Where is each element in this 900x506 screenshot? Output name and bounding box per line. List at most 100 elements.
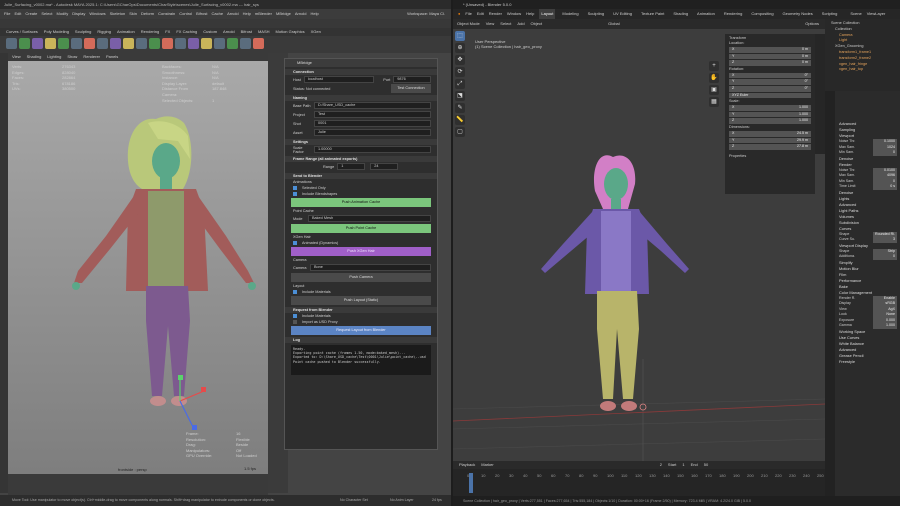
menu-item[interactable]: Deform: [141, 9, 154, 19]
shelf-tab[interactable]: Custom: [203, 28, 217, 36]
vp-menu-item[interactable]: Renderer: [83, 53, 100, 61]
menu-item[interactable]: Constrain: [158, 9, 175, 19]
shelf-tool-icon[interactable]: [149, 38, 160, 49]
menu-item[interactable]: Modify: [57, 9, 69, 19]
shelf-tab[interactable]: XGen: [311, 28, 321, 36]
property-section[interactable]: Freestyle: [825, 359, 900, 365]
shelf-tool-icon[interactable]: [6, 38, 17, 49]
menu-item[interactable]: Arnold: [295, 9, 307, 19]
rotation-x[interactable]: X 0°: [729, 72, 811, 79]
shelf-tool-icon[interactable]: [84, 38, 95, 49]
checkbox[interactable]: [293, 192, 297, 196]
shelf-tool-icon[interactable]: [240, 38, 251, 49]
tab-shading[interactable]: Shading: [671, 9, 690, 19]
checkbox[interactable]: [293, 186, 297, 190]
object-menu[interactable]: Object: [531, 19, 543, 29]
timeline[interactable]: Playback Marker 2 Start1 End50 010203040…: [453, 461, 825, 496]
menu-item[interactable]: Bifrost: [196, 9, 207, 19]
checkbox[interactable]: [293, 241, 297, 245]
tab-animation[interactable]: Animation: [695, 9, 717, 19]
options-menu[interactable]: Options: [805, 19, 819, 29]
transform-icon[interactable]: ⬔: [455, 91, 465, 101]
shelf-tab[interactable]: Sculpting: [75, 28, 91, 36]
location-z[interactable]: Z0 m: [729, 60, 811, 66]
shelf-tab[interactable]: FX: [165, 28, 170, 36]
character-set[interactable]: No Character Set: [340, 495, 368, 506]
scale-z[interactable]: Z 1.000: [729, 118, 811, 124]
shelf-tool-icon[interactable]: [32, 38, 43, 49]
push-point-cache-button[interactable]: Push Point Cache: [291, 224, 431, 233]
rotate-icon[interactable]: ⟳: [455, 67, 465, 77]
checkbox[interactable]: [293, 290, 297, 294]
shelf-tool-icon[interactable]: [136, 38, 147, 49]
maya-character-model[interactable]: [8, 61, 268, 474]
project-field[interactable]: Test: [314, 111, 431, 118]
select-box-icon[interactable]: ⬚: [455, 31, 465, 41]
shelf-tool-icon[interactable]: [227, 38, 238, 49]
tab-scripting[interactable]: Scripting: [820, 9, 840, 19]
menu-help[interactable]: Help: [526, 9, 534, 19]
mode-selector[interactable]: Object Mode: [457, 19, 480, 29]
shelf-tool-icon[interactable]: [201, 38, 212, 49]
select-menu[interactable]: Select: [500, 19, 511, 29]
vp-menu-item[interactable]: Lighting: [47, 53, 61, 61]
playback-menu[interactable]: Playback: [459, 461, 475, 469]
add-cube-icon[interactable]: ▢: [455, 127, 465, 137]
vp-menu-item[interactable]: Shading: [27, 53, 42, 61]
cursor-icon[interactable]: ⊕: [455, 43, 465, 53]
anim-layer[interactable]: No Anim Layer: [390, 495, 414, 506]
scale-x[interactable]: X 1.000: [729, 105, 811, 111]
log-output[interactable]: Ready. Exporting point cache (frames 1-5…: [291, 345, 431, 375]
start-frame[interactable]: 1: [682, 461, 684, 469]
menu-item[interactable]: Skeleton: [110, 9, 126, 19]
camera-icon[interactable]: ▣: [709, 85, 719, 95]
scale-icon[interactable]: ⤢: [455, 79, 465, 89]
scene-selector[interactable]: Scene: [850, 9, 861, 19]
rotation-y[interactable]: Y 0°: [729, 79, 811, 85]
shelf-tool-icon[interactable]: [19, 38, 30, 49]
end-frame[interactable]: 50: [704, 461, 708, 469]
base-path-field[interactable]: D:/Share_USD_cache: [314, 102, 431, 109]
tab-sculpting[interactable]: Sculpting: [586, 9, 606, 19]
host-field[interactable]: localhost: [303, 76, 375, 83]
push-camera-button[interactable]: Push Camera: [291, 273, 431, 282]
menu-item[interactable]: mBlender: [255, 9, 272, 19]
properties-tabs[interactable]: [825, 91, 835, 506]
tab-modeling[interactable]: Modeling: [560, 9, 580, 19]
outliner-item[interactable]: xgen_hair_top: [827, 67, 898, 73]
menu-file[interactable]: File: [465, 9, 471, 19]
dimension-x[interactable]: X 24.5 m: [729, 130, 811, 137]
timeline-ruler[interactable]: 0102030405060708090100110120130140150160…: [453, 473, 825, 483]
shelf-tool-icon[interactable]: [123, 38, 134, 49]
menu-item[interactable]: Control: [179, 9, 192, 19]
shelf-tool-icon[interactable]: [58, 38, 69, 49]
dimension-z[interactable]: Z 27.8 m: [729, 144, 811, 150]
shelf-tab[interactable]: Poly Modeling: [44, 28, 69, 36]
menu-item[interactable]: Edit: [14, 9, 21, 19]
location-y[interactable]: Y0 m: [729, 53, 811, 60]
shelf-tab[interactable]: MASH: [258, 28, 270, 36]
shelf-tab[interactable]: Arnold: [223, 28, 235, 36]
shelf-tool-icon[interactable]: [188, 38, 199, 49]
shelf-tool-icon[interactable]: [97, 38, 108, 49]
marker-menu[interactable]: Marker: [481, 461, 493, 469]
menu-window[interactable]: Window: [507, 9, 521, 19]
menu-item[interactable]: Cache: [212, 9, 224, 19]
shelf-tab[interactable]: Motion Graphics: [276, 28, 305, 36]
menu-edit[interactable]: Edit: [477, 9, 484, 19]
shelf-tool-icon[interactable]: [45, 38, 56, 49]
mode-select[interactable]: Baked Mesh: [308, 215, 431, 222]
measure-icon[interactable]: 📏: [455, 115, 465, 125]
port-field[interactable]: 9876: [393, 76, 431, 83]
shelf-tool-icon[interactable]: [162, 38, 173, 49]
n-panel-tabs[interactable]: [815, 34, 825, 154]
fps-setting[interactable]: 24 fps: [432, 495, 442, 506]
properties-header[interactable]: Properties: [729, 154, 811, 159]
menu-item[interactable]: Create: [25, 9, 37, 19]
menu-item[interactable]: Select: [41, 9, 52, 19]
checkbox[interactable]: [293, 320, 297, 324]
push-xgen-hair-button[interactable]: Push XGen Hair: [291, 247, 431, 256]
view-layer-selector[interactable]: ViewLayer: [867, 9, 886, 19]
range-start-field[interactable]: 1: [337, 163, 366, 170]
menu-item[interactable]: MBridge: [276, 9, 291, 19]
